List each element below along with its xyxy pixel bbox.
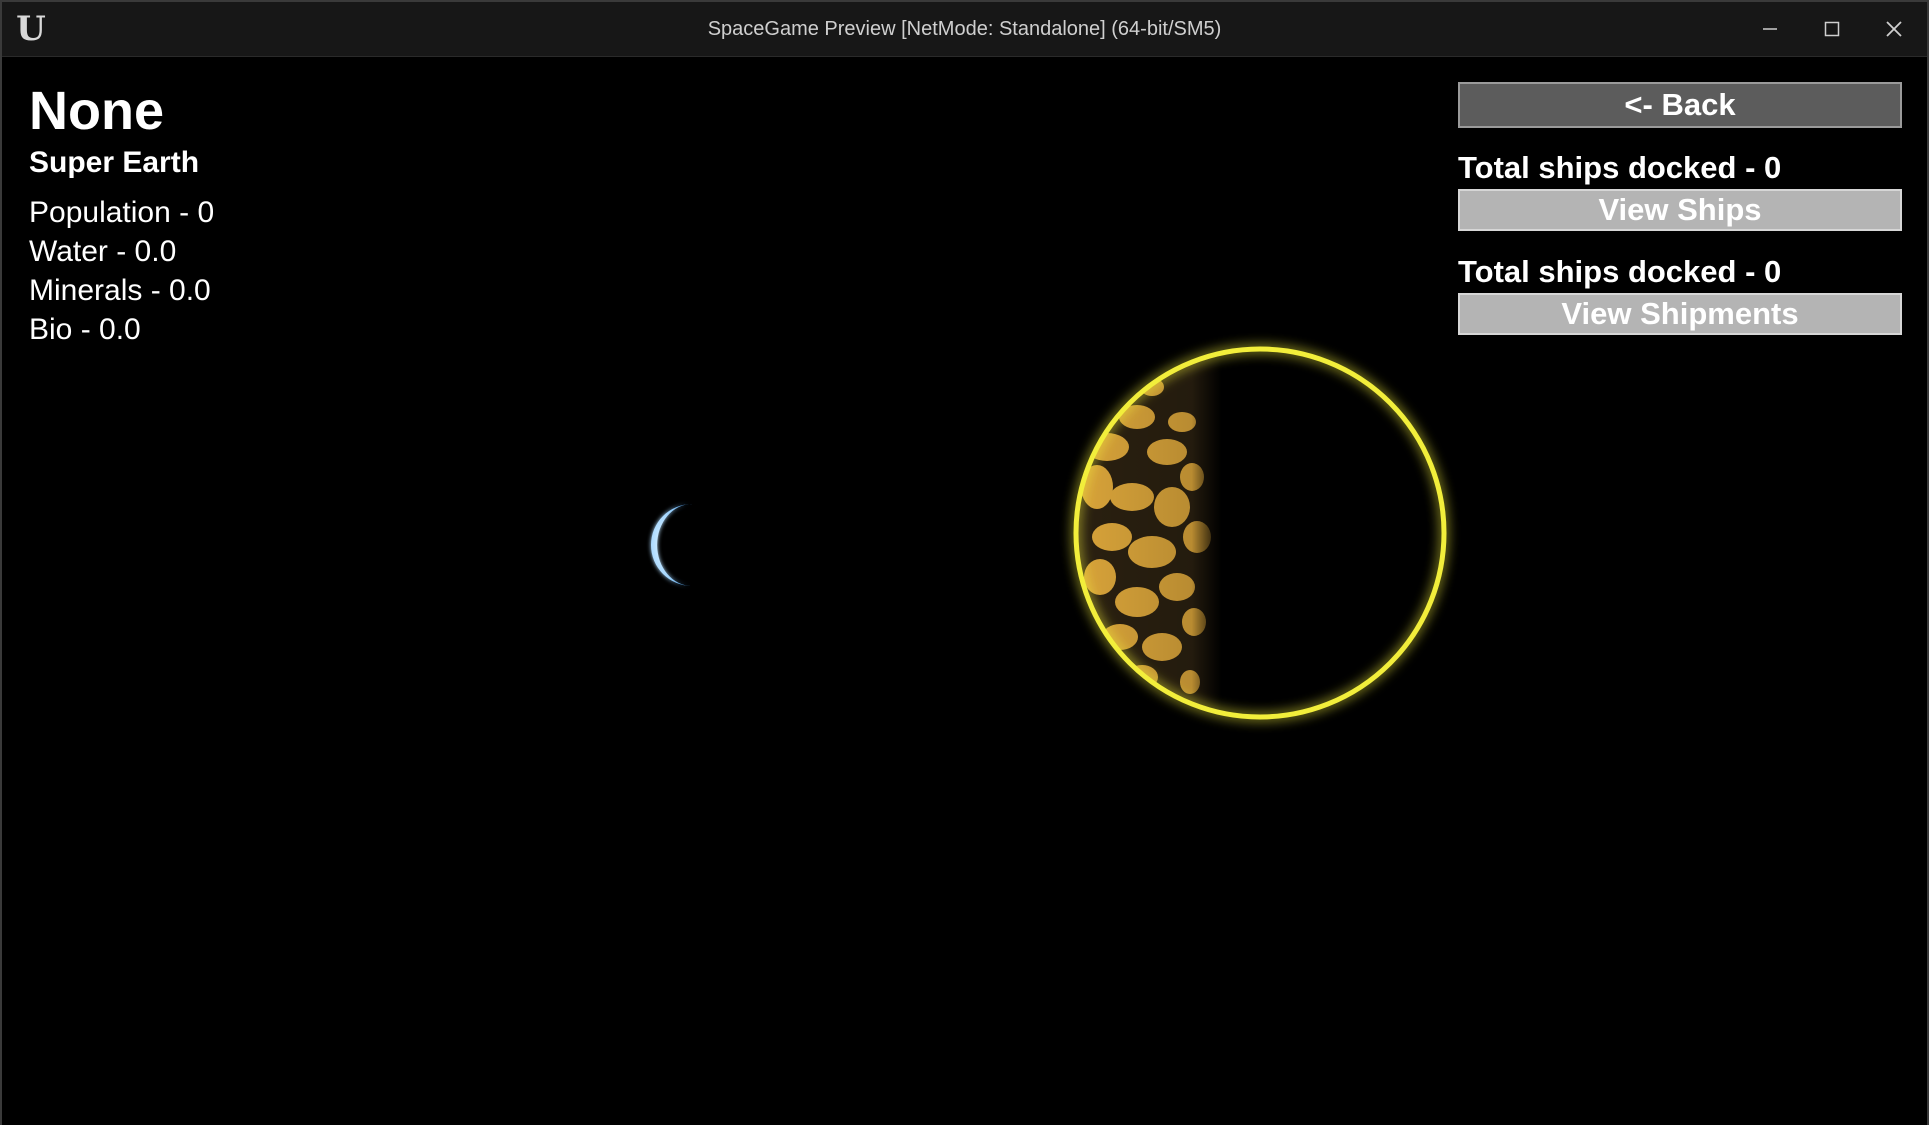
population-stat: Population - 0 — [29, 196, 215, 229]
minimize-button[interactable] — [1739, 2, 1801, 56]
close-button[interactable] — [1863, 2, 1925, 56]
bio-stat: Bio - 0.0 — [29, 313, 141, 346]
planet-type: Super Earth — [29, 146, 200, 179]
view-shipments-button[interactable]: View Shipments — [1458, 293, 1902, 335]
planet-name: None — [29, 81, 164, 141]
maximize-icon — [1824, 21, 1840, 37]
maximize-button[interactable] — [1801, 2, 1863, 56]
ships-docked-label: Total ships docked - 0 — [1458, 150, 1782, 185]
view-ships-button[interactable]: View Ships — [1458, 189, 1902, 231]
game-viewport[interactable]: None Super Earth Population - 0 Water - … — [2, 57, 1927, 1125]
shipments-docked-label: Total ships docked - 0 — [1458, 254, 1782, 289]
side-panel: <- Back Total ships docked - 0 View Ship… — [1458, 82, 1902, 335]
minerals-stat: Minerals - 0.0 — [29, 274, 211, 307]
window-title: SpaceGame Preview [NetMode: Standalone] … — [707, 18, 1222, 40]
minimize-icon — [1763, 28, 1777, 30]
title-bar[interactable]: U SpaceGame Preview [NetMode: Standalone… — [2, 2, 1927, 57]
water-stat: Water - 0.0 — [29, 235, 177, 268]
selected-planet[interactable] — [1073, 346, 1447, 720]
game-window: U SpaceGame Preview [NetMode: Standalone… — [0, 0, 1929, 1125]
moon[interactable] — [651, 504, 692, 586]
back-button[interactable]: <- Back — [1458, 82, 1902, 128]
planet-info-panel: None Super Earth Population - 0 Water - … — [29, 79, 214, 349]
close-icon — [1886, 21, 1902, 37]
